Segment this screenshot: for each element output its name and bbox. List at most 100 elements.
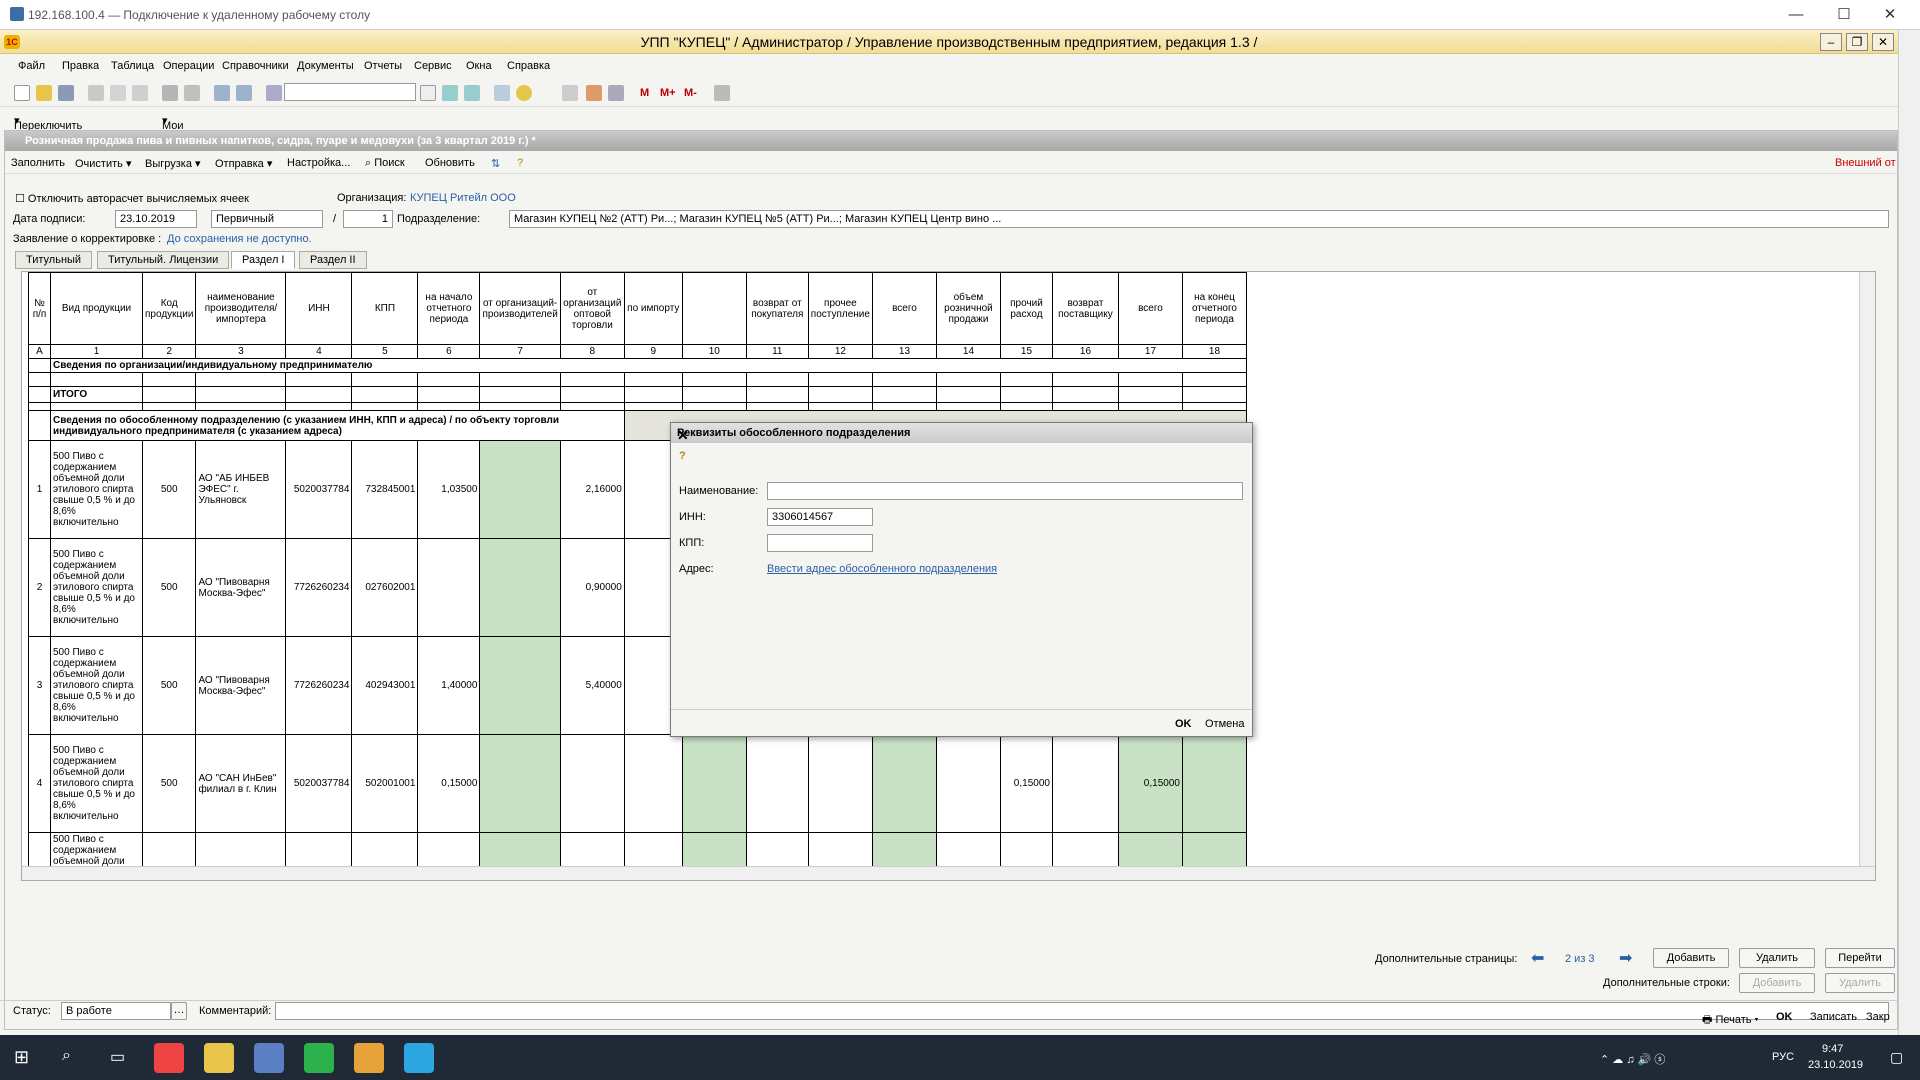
table-cell[interactable] [479,386,561,403]
table-cell[interactable] [141,402,197,411]
maximize-icon[interactable]: ☐ [1824,4,1864,26]
table-cell[interactable]: прочее поступление [807,272,873,345]
table-cell[interactable]: 0,15000 [1117,734,1183,833]
table-cell[interactable] [871,372,937,387]
notifications-icon[interactable]: ▢ [1890,1049,1903,1066]
fill-button[interactable]: Заполнить [11,157,65,169]
tray-icons[interactable]: ⌃ ☁ ♫ 🔊 ⓢ [1600,1051,1665,1067]
table-cell[interactable]: 500 [141,538,197,637]
export-button[interactable]: Выгрузка ▾ [145,157,201,170]
menu-windows[interactable]: Окна [466,60,492,72]
table-cell[interactable] [195,402,287,411]
table-cell[interactable] [935,386,1001,403]
table-cell[interactable]: 13 [871,344,937,359]
table-cell[interactable] [745,734,809,833]
clear-icon[interactable] [420,85,436,101]
ok-button[interactable]: OK [1776,1011,1793,1023]
1c-taskbar-icon[interactable] [354,1043,384,1073]
table-cell[interactable]: Вид продукции [50,272,143,345]
refresh-button[interactable]: Обновить [425,157,475,169]
table-cell[interactable]: 3 [28,636,51,735]
grid-horizontal-scrollbar[interactable] [22,866,1875,880]
table-cell[interactable] [745,402,809,411]
table-cell[interactable] [623,386,683,403]
table-cell[interactable] [1051,386,1119,403]
table-cell[interactable]: от организаций-производителей [479,272,561,345]
delete-page-button[interactable]: Удалить [1739,948,1815,968]
menu-file[interactable]: Файл [18,60,45,72]
tab-section-2[interactable]: Раздел II [299,251,367,269]
table-cell[interactable] [417,386,481,403]
explorer-icon[interactable] [204,1043,234,1073]
table-cell[interactable] [745,372,809,387]
search-icon[interactable]: ⌕ [62,1047,71,1065]
table-cell[interactable] [1117,386,1183,403]
table-cell[interactable] [479,402,561,411]
table-cell[interactable] [935,372,1001,387]
table-cell[interactable] [871,386,937,403]
table-cell[interactable] [623,402,683,411]
table-cell[interactable]: 2 [28,538,51,637]
mail-icon[interactable] [608,85,624,101]
settings-icon[interactable] [714,85,730,101]
table-cell[interactable]: 9 [623,344,683,359]
table-cell[interactable] [417,538,481,637]
table-cell[interactable]: 500 [141,636,197,735]
table-cell[interactable]: 4 [28,734,51,833]
redo-icon[interactable] [236,85,252,101]
table-cell[interactable]: 14 [935,344,1001,359]
table-cell[interactable]: 15 [999,344,1053,359]
table-cell[interactable] [1181,734,1247,833]
table-cell[interactable]: 16 [1051,344,1119,359]
tab-section-1[interactable]: Раздел I [231,251,296,269]
table-cell[interactable]: 10 [681,344,747,359]
dialog-ok-button[interactable]: OK [1175,718,1192,730]
table-cell[interactable]: 3 [195,344,287,359]
table-cell[interactable]: 7726260234 [285,538,353,637]
open-folder-icon[interactable] [36,85,52,101]
table-cell[interactable] [141,372,197,387]
table-cell[interactable]: № п/п [28,272,51,345]
menu-help[interactable]: Справка [507,60,550,72]
app-minimize-icon[interactable]: – [1820,33,1842,51]
table-cell[interactable] [351,372,419,387]
table-cell[interactable]: 1 [50,344,143,359]
table-cell[interactable]: всего [1117,272,1183,345]
table-cell[interactable]: 2 [141,344,197,359]
prev-page-icon[interactable]: ⬅ [1531,948,1544,968]
app-restore-icon[interactable]: ❐ [1846,33,1868,51]
menu-reports[interactable]: Отчеты [364,60,402,72]
table-cell[interactable] [479,734,561,833]
table-cell[interactable] [999,386,1053,403]
send-button[interactable]: Отправка ▾ [215,157,272,170]
copy-icon[interactable] [110,85,126,101]
table-cell[interactable] [417,372,481,387]
table-cell[interactable]: АО "САН ИнБев" филиал в г. Клин [195,734,287,833]
dialog-kpp-input[interactable] [767,534,873,552]
new-icon[interactable] [14,85,30,101]
close-icon[interactable]: ✕ [1870,4,1910,26]
language-indicator[interactable]: РУС [1772,1051,1794,1063]
table-cell[interactable]: 0,15000 [999,734,1053,833]
undo-icon[interactable] [214,85,230,101]
table-cell[interactable]: 7 [479,344,561,359]
table-cell[interactable] [681,402,747,411]
table-cell[interactable] [871,734,937,833]
correction-value[interactable]: До сохранения не доступно. [167,233,312,245]
whatsapp-icon[interactable] [304,1043,334,1073]
dialog-name-input[interactable] [767,482,1243,500]
my-tasks-button[interactable]: Мои задачи ▾ [162,114,197,144]
kind-select[interactable]: Первичный [211,210,323,228]
task-view-icon[interactable]: ▭ [110,1047,125,1067]
dialog-close-icon[interactable]: ✕ [677,427,1246,444]
table-cell[interactable]: 500 [141,440,197,539]
table-cell[interactable] [681,386,747,403]
table-cell[interactable]: 1 [28,440,51,539]
table-cell[interactable] [807,372,873,387]
table-cell[interactable] [999,372,1053,387]
app-close-icon[interactable]: ✕ [1872,33,1894,51]
table-cell[interactable] [681,272,747,345]
table-cell[interactable]: прочий расход [999,272,1053,345]
add-row-button[interactable]: Добавить [1739,973,1815,993]
paste-icon[interactable] [132,85,148,101]
